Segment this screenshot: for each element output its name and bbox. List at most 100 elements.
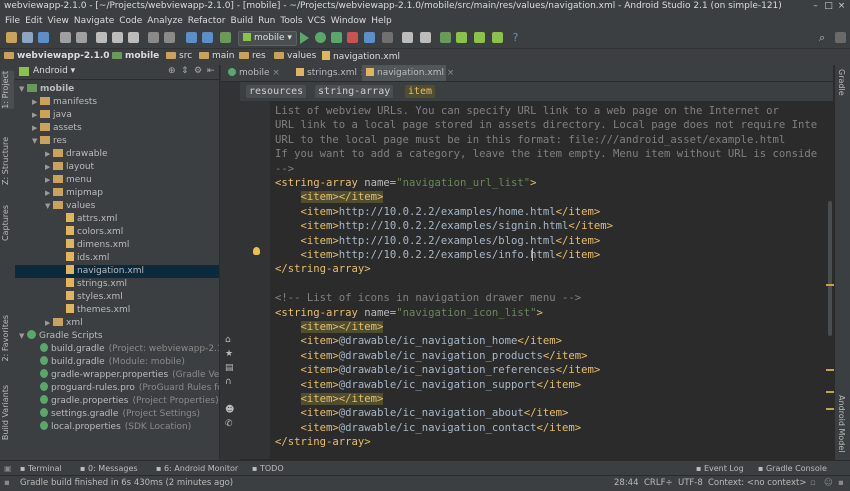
menu-item-file[interactable]: File (5, 14, 20, 28)
menu-item-vcs[interactable]: VCS (308, 14, 326, 28)
tree-item[interactable]: styles.xml (15, 291, 219, 304)
status-message[interactable]: Gradle build finished in 6s 430ms (2 min… (20, 477, 233, 490)
tab-strings-xml[interactable]: strings.xml × (292, 65, 367, 81)
undo-icon[interactable] (60, 32, 71, 43)
menu-item-analyze[interactable]: Analyze (147, 14, 182, 28)
locate-icon[interactable]: ⊕ (168, 66, 176, 76)
xml-crumb-item[interactable]: item (405, 85, 436, 98)
tree-item[interactable]: ▼ values (15, 200, 219, 213)
tree-item[interactable]: settings.gradle (Project Settings) (15, 408, 219, 421)
intention-bulb-icon[interactable] (253, 247, 260, 255)
breadcrumb-item-module[interactable]: mobile (112, 51, 159, 61)
settings-icon[interactable] (420, 32, 431, 43)
chevron-right-icon[interactable]: ▶ (32, 96, 40, 109)
tree-item[interactable]: dimens.xml (15, 239, 219, 252)
line-separator[interactable]: CRLF÷ (644, 477, 673, 490)
menu-item-build[interactable]: Build (231, 14, 254, 28)
android-monitor-icon[interactable] (474, 32, 485, 43)
project-structure-icon[interactable] (402, 32, 413, 43)
breadcrumb-item-values[interactable]: values (274, 51, 316, 61)
copy-icon[interactable] (112, 32, 123, 43)
tab-terminal[interactable]: ▪ Terminal (20, 462, 62, 475)
tree-item[interactable]: ▼ Gradle Scripts (15, 330, 219, 343)
chevron-down-icon[interactable]: ▼ (19, 330, 27, 343)
menu-item-run[interactable]: Run (258, 14, 275, 28)
tree-item[interactable]: ▶ mipmap (15, 187, 219, 200)
context-indicator[interactable]: Context: <no context> (708, 477, 806, 490)
paste-icon[interactable] (128, 32, 139, 43)
tab-navigation-xml[interactable]: navigation.xml × (362, 65, 454, 81)
sdk-manager-icon[interactable] (440, 32, 451, 43)
file-icon[interactable]: ▤ (225, 363, 234, 373)
tree-item[interactable]: ▶ xml (15, 317, 219, 330)
tree-item[interactable]: navigation.xml (15, 265, 219, 278)
tab-mobile[interactable]: mobile × (224, 65, 290, 81)
breadcrumb-item-res[interactable]: res (239, 51, 266, 61)
toggle-tool-windows-icon[interactable]: ▣ (4, 462, 12, 475)
run-config-select[interactable]: mobile ▾ (238, 31, 297, 46)
close-icon[interactable]: × (270, 68, 280, 78)
find-icon[interactable] (148, 32, 159, 43)
lock-icon[interactable]: ▫ (810, 477, 816, 490)
stop-icon[interactable] (382, 32, 393, 43)
tree-item[interactable]: proguard-rules.pro (ProGuard Rules for (15, 382, 227, 395)
tree-item[interactable]: ▶ java (15, 109, 219, 122)
tab-todo[interactable]: ▪ TODO (252, 462, 284, 475)
tree-item[interactable]: gradle.properties (Project Properties) (15, 395, 219, 408)
profile-icon[interactable] (347, 32, 358, 43)
save-icon[interactable] (22, 32, 33, 43)
tree-item[interactable]: ▶ assets (15, 122, 219, 135)
avd-manager-icon[interactable] (456, 32, 467, 43)
hide-icon[interactable]: ⇤ (207, 66, 215, 76)
close-icon[interactable]: × (444, 68, 455, 78)
gradle-sync-icon[interactable] (492, 32, 503, 43)
tree-item[interactable]: build.gradle (Module: mobile) (15, 356, 219, 369)
chevron-right-icon[interactable]: ▶ (45, 174, 53, 187)
breadcrumb-item-src[interactable]: src (166, 51, 192, 61)
gear-icon[interactable]: ⚙ (194, 66, 202, 76)
tab-gradle-console[interactable]: ▪ Gradle Console (758, 462, 827, 475)
forward-icon[interactable] (202, 32, 213, 43)
xml-crumb-resources[interactable]: resources (246, 85, 307, 98)
close-button[interactable]: × (837, 2, 846, 11)
chevron-down-icon[interactable]: ▼ (32, 135, 40, 148)
menu-item-view[interactable]: View (48, 14, 69, 28)
event-icon[interactable] (835, 32, 846, 43)
tool-tab-structure[interactable]: Z: Structure (1, 137, 14, 185)
tree-item[interactable]: ▼ mobile (15, 83, 219, 96)
menu-item-window[interactable]: Window (331, 14, 367, 28)
breadcrumb-item-file[interactable]: navigation.xml (322, 51, 400, 62)
tab-messages[interactable]: ▪ 0: Messages (80, 462, 138, 475)
menu-item-code[interactable]: Code (119, 14, 142, 28)
tree-item[interactable]: gradle-wrapper.properties (Gradle Vers (15, 369, 228, 382)
breadcrumb-item-main[interactable]: main (199, 51, 235, 61)
chevron-right-icon[interactable]: ▶ (45, 161, 53, 174)
inspector-icon[interactable]: ☺ (824, 477, 833, 490)
tree-item[interactable]: strings.xml (15, 278, 219, 291)
redo-icon[interactable] (76, 32, 87, 43)
tree-item[interactable]: ▶ drawable (15, 148, 219, 161)
chevron-down-icon[interactable]: ▼ (45, 200, 53, 213)
xml-crumb-string-array[interactable]: string-array (315, 85, 394, 98)
tool-tab-project[interactable]: 1: Project (1, 71, 14, 109)
tree-item[interactable]: attrs.xml (15, 213, 219, 226)
tree-item[interactable]: ids.xml (15, 252, 219, 265)
open-icon[interactable] (6, 32, 17, 43)
chevron-right-icon[interactable]: ▶ (45, 317, 53, 330)
make-project-icon[interactable] (220, 32, 231, 43)
tree-item[interactable]: themes.xml (15, 304, 219, 317)
menu-item-edit[interactable]: Edit (25, 14, 42, 28)
tab-android-monitor[interactable]: ▪ 6: Android Monitor (156, 462, 238, 475)
tree-item[interactable]: ▶ layout (15, 161, 219, 174)
attach-debugger-icon[interactable] (331, 32, 342, 43)
menu-item-navigate[interactable]: Navigate (74, 14, 114, 28)
maximize-button[interactable]: □ (824, 2, 833, 11)
caret-position[interactable]: 28:44 (614, 477, 639, 490)
tree-item[interactable]: ▼ res (15, 135, 219, 148)
collapse-icon[interactable]: ⇕ (181, 66, 189, 76)
chevron-right-icon[interactable]: ▶ (45, 187, 53, 200)
people-icon[interactable]: ☻ (225, 405, 234, 415)
tree-item[interactable]: ▶ manifests (15, 96, 219, 109)
back-icon[interactable] (186, 32, 197, 43)
phone-icon[interactable]: ✆ (225, 419, 233, 429)
